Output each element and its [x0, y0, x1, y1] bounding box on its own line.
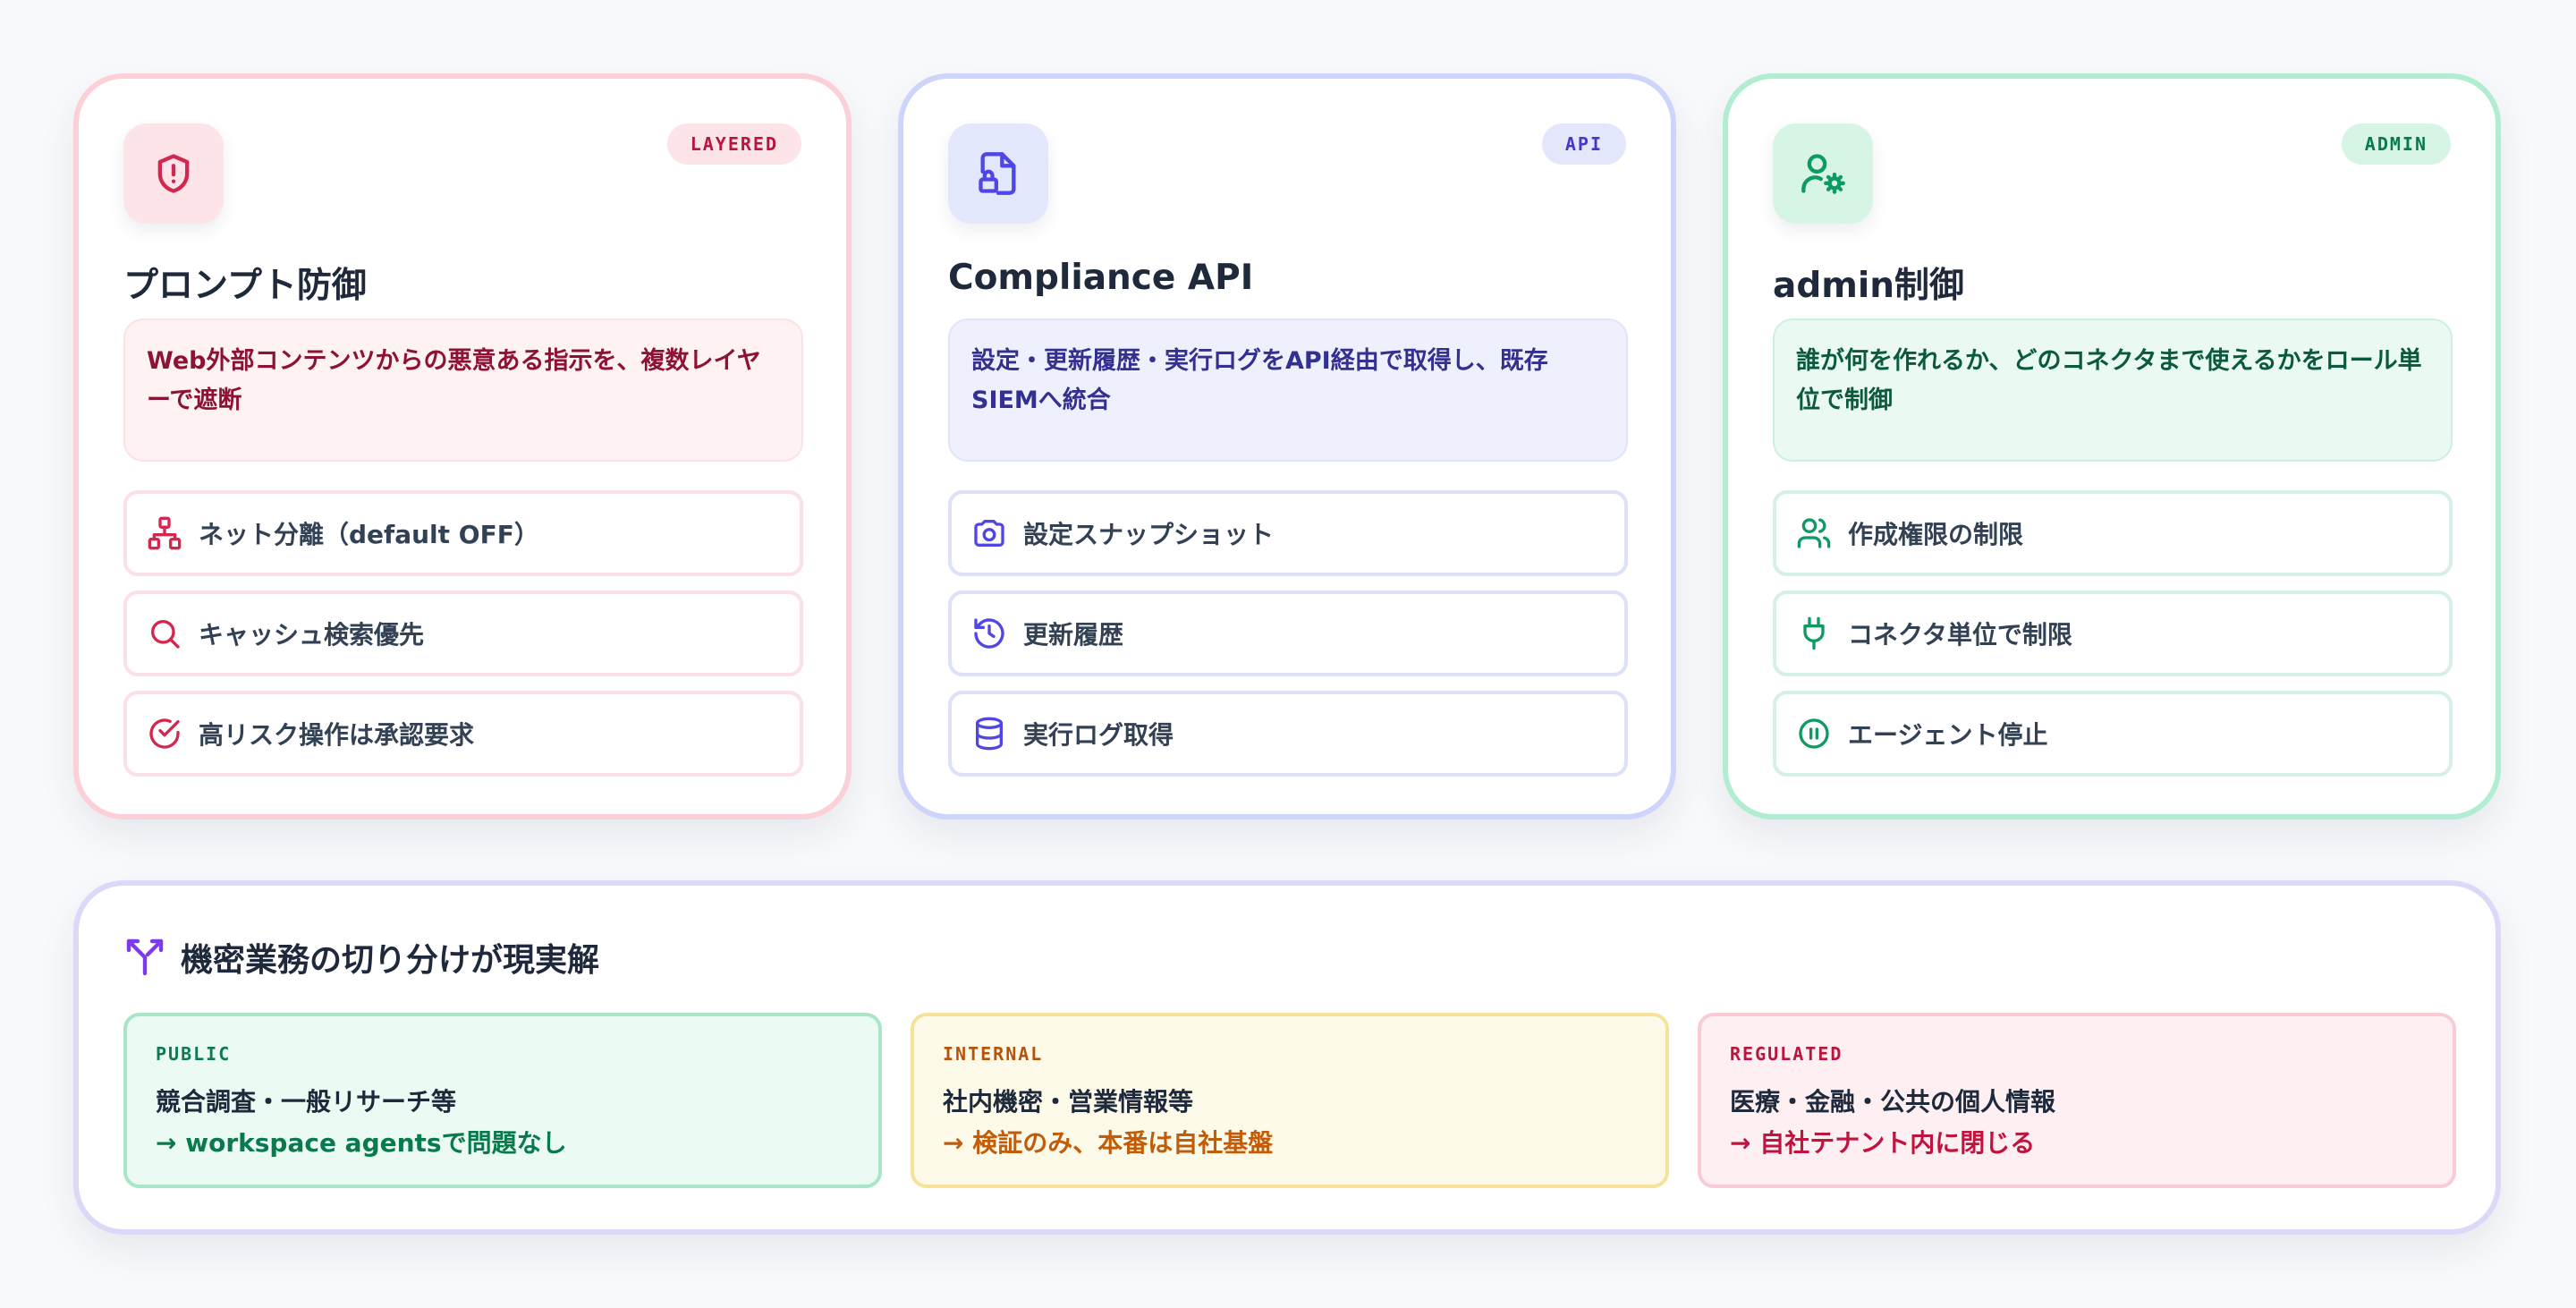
card-admin-control: ADMIN admin制御 誰が何を作れるか、どのコネクタまで使えるかをロール単…	[1723, 73, 2501, 820]
check-circle-icon	[149, 718, 180, 749]
history-icon	[974, 618, 1004, 649]
card-title: プロンプト防御	[123, 266, 367, 306]
feature-item-snapshot: 設定スナップショット	[948, 490, 1628, 576]
feature-label: エージェント停止	[1848, 720, 2048, 750]
segment-scope: 競合調査・一般リサーチ等	[156, 1087, 457, 1117]
card-description: 設定・更新履歴・実行ログをAPI経由で取得し、既存SIEMへ統合	[948, 319, 1628, 462]
card-prompt-defense: LAYERED プロンプト防御 Web外部コンテンツからの悪意ある指示を、複数レ…	[73, 73, 852, 820]
search-icon	[151, 620, 180, 649]
card-compliance-api: API Compliance API 設定・更新履歴・実行ログをAPI経由で取得…	[898, 73, 1676, 820]
feature-label: 高リスク操作は承認要求	[199, 720, 475, 750]
feature-label: キャッシュ検索優先	[199, 620, 425, 650]
feature-item-agent-stop: エージェント停止	[1773, 691, 2453, 777]
feature-list: 設定スナップショット 更新履歴 実行ログ取得	[948, 490, 1628, 791]
feature-item-execution-log: 実行ログ取得	[948, 691, 1628, 777]
feature-label: 更新履歴	[1023, 620, 1124, 650]
segment-label: REGULATED	[1730, 1043, 1843, 1065]
segment-internal: INTERNAL 社内機密・営業情報等 → 検証のみ、本番は自社基盤	[911, 1013, 1669, 1188]
file-lock-icon	[948, 123, 1048, 224]
card-title: Compliance API	[948, 258, 1254, 298]
segmentation-header: 機密業務の切り分けが現実解	[123, 934, 599, 981]
segment-scope: 医療・金融・公共の個人情報	[1730, 1087, 2056, 1117]
feature-item-cache-search: キャッシュ検索優先	[123, 590, 803, 676]
feature-label: ネット分離（default OFF）	[199, 520, 539, 549]
feature-list: 作成権限の制限 コネクタ単位で制限 エージェント停止	[1773, 490, 2453, 791]
user-cog-icon	[1773, 123, 1873, 224]
feature-label: 設定スナップショット	[1023, 520, 1275, 549]
segment-policy: → 検証のみ、本番は自社基盤	[943, 1128, 1274, 1158]
feature-item-network-isolation: ネット分離（default OFF）	[123, 490, 803, 576]
segmentation-panel: 機密業務の切り分けが現実解 PUBLIC 競合調査・一般リサーチ等 → work…	[73, 880, 2501, 1235]
segment-policy: → workspace agentsで問題なし	[156, 1128, 567, 1158]
split-icon	[126, 939, 164, 976]
feature-list: ネット分離（default OFF） キャッシュ検索優先 高リスク操作は承認要求	[123, 490, 803, 791]
segment-label: PUBLIC	[156, 1043, 232, 1065]
feature-item-connector-limit: コネクタ単位で制限	[1773, 590, 2453, 676]
segment-label: INTERNAL	[943, 1043, 1044, 1065]
card-title: admin制御	[1773, 266, 1965, 306]
card-description: 誰が何を作れるか、どのコネクタまで使えるかをロール単位で制御	[1773, 319, 2453, 462]
users-icon	[1797, 518, 1831, 548]
segment-regulated: REGULATED 医療・金融・公共の個人情報 → 自社テナント内に閉じる	[1698, 1013, 2456, 1188]
feature-item-history: 更新履歴	[948, 590, 1628, 676]
segment-policy: → 自社テナント内に閉じる	[1730, 1128, 2036, 1158]
badge-api: API	[1541, 123, 1626, 165]
pause-circle-icon	[1799, 718, 1829, 749]
badge-admin: ADMIN	[2341, 123, 2451, 165]
segmentation-title: 機密業務の切り分けが現実解	[181, 942, 600, 979]
card-description: Web外部コンテンツからの悪意ある指示を、複数レイヤーで遮断	[123, 319, 803, 462]
segment-scope: 社内機密・営業情報等	[943, 1087, 1194, 1117]
feature-item-approval: 高リスク操作は承認要求	[123, 691, 803, 777]
badge-layered: LAYERED	[666, 123, 801, 165]
feature-label: コネクタ単位で制限	[1848, 620, 2072, 650]
feature-label: 実行ログ取得	[1023, 720, 1174, 750]
feature-item-creation-permission: 作成権限の制限	[1773, 490, 2453, 576]
network-icon	[148, 516, 182, 550]
segment-public: PUBLIC 競合調査・一般リサーチ等 → workspace agentsで問…	[123, 1013, 882, 1188]
database-icon	[976, 717, 1003, 751]
feature-label: 作成権限の制限	[1848, 520, 2024, 549]
plug-icon	[1803, 616, 1825, 650]
shield-alert-icon	[123, 123, 224, 224]
camera-icon	[974, 520, 1004, 547]
